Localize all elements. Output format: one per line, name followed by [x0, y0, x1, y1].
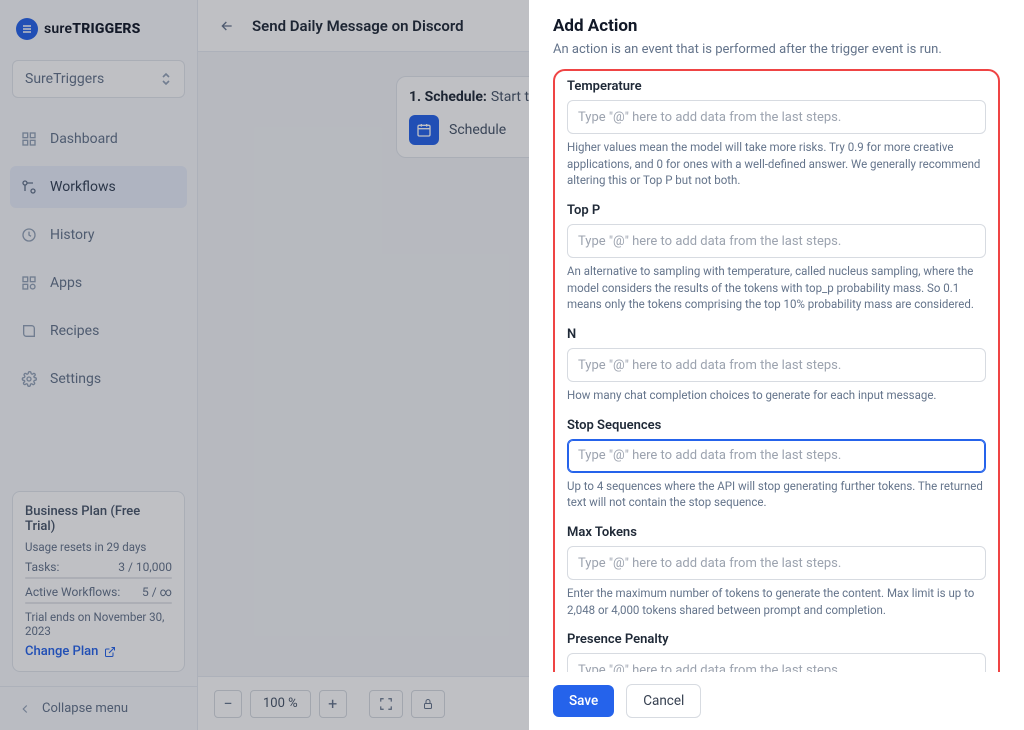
n-input[interactable]	[567, 348, 986, 382]
top-p-label: Top P	[567, 203, 986, 218]
stop-sequences-input[interactable]	[567, 439, 986, 473]
temperature-label: Temperature	[567, 79, 986, 94]
panel-footer: Save Cancel	[529, 672, 1024, 730]
max-tokens-input[interactable]	[567, 546, 986, 580]
add-action-panel: Add Action An action is an event that is…	[529, 0, 1024, 730]
presence-penalty-label: Presence Penalty	[567, 632, 986, 647]
save-button[interactable]: Save	[553, 685, 614, 717]
modal-backdrop[interactable]	[0, 0, 529, 730]
stop-sequences-label: Stop Sequences	[567, 418, 986, 433]
presence-penalty-input[interactable]	[567, 653, 986, 672]
temperature-input[interactable]	[567, 100, 986, 134]
cancel-button[interactable]: Cancel	[626, 684, 701, 718]
panel-subtitle: An action is an event that is performed …	[553, 42, 1000, 57]
max-tokens-label: Max Tokens	[567, 525, 986, 540]
stop-sequences-help: Up to 4 sequences where the API will sto…	[567, 478, 986, 511]
panel-title: Add Action	[553, 16, 1000, 36]
temperature-help: Higher values mean the model will take m…	[567, 139, 986, 189]
top-p-input[interactable]	[567, 224, 986, 258]
n-label: N	[567, 327, 986, 342]
max-tokens-help: Enter the maximum number of tokens to ge…	[567, 585, 986, 618]
top-p-help: An alternative to sampling with temperat…	[567, 263, 986, 313]
fields-highlight: Temperature Higher values mean the model…	[553, 69, 1000, 672]
n-help: How many chat completion choices to gene…	[567, 387, 986, 404]
